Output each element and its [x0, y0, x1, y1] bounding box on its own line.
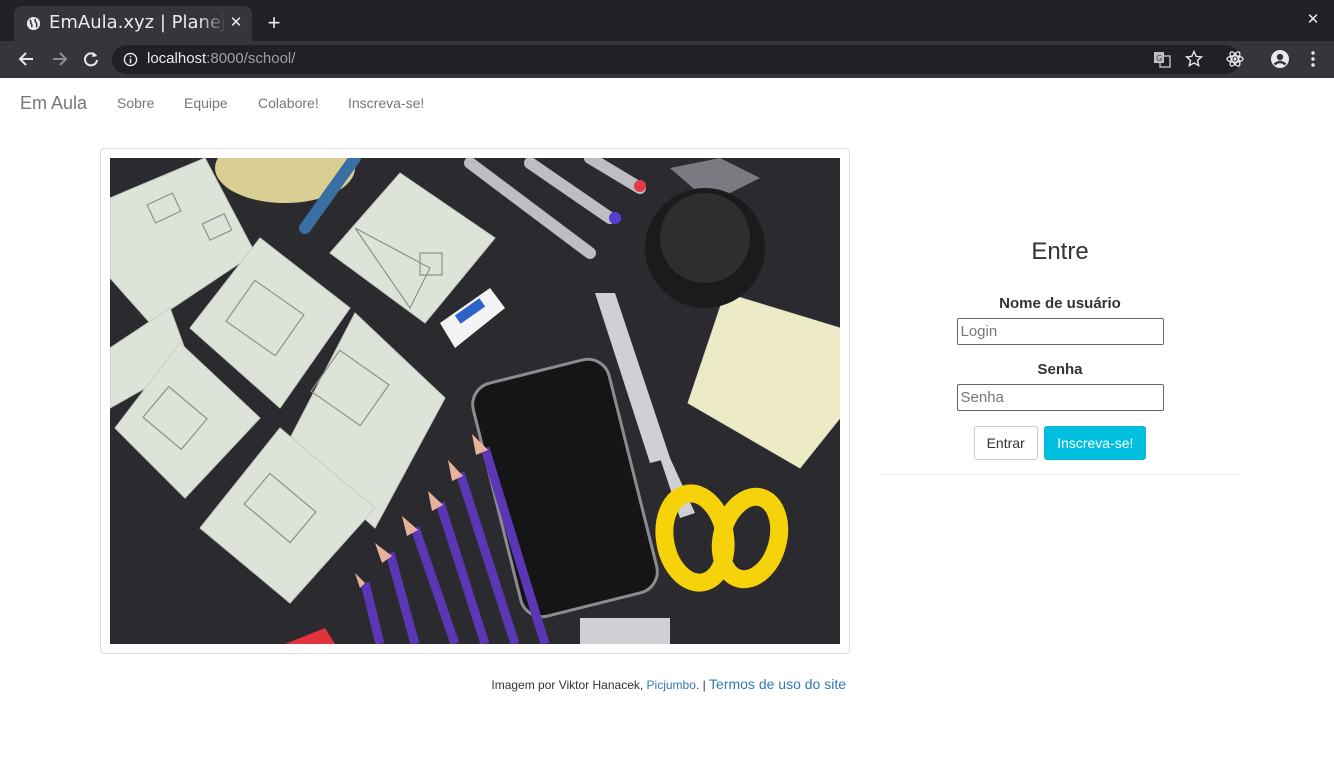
profile-icon[interactable]: [1270, 49, 1290, 69]
login-button[interactable]: Entrar: [973, 426, 1038, 460]
login-form: Entre Nome de usuário Senha Entrar Inscr…: [880, 238, 1240, 475]
desk-illustration: [110, 158, 840, 644]
address-bar[interactable]: localhost:8000/school/ G: [112, 45, 1240, 74]
new-tab-button[interactable]: +: [264, 12, 284, 34]
forward-icon[interactable]: [49, 49, 69, 69]
password-label: Senha: [1037, 361, 1083, 378]
browser-tab-strip: EmAula.xyz | Planejamento de aulas ✕ + ✕: [0, 0, 1334, 41]
navbar-brand[interactable]: Em Aula: [20, 93, 87, 114]
signup-button[interactable]: Inscreva-se!: [1044, 426, 1147, 460]
menu-dots-icon[interactable]: [1303, 49, 1323, 69]
window-close-button[interactable]: ✕: [1305, 12, 1321, 28]
reload-icon[interactable]: [81, 49, 101, 69]
tab-title: EmAula.xyz | Planejamento de aulas: [49, 12, 224, 33]
desk-photo: [110, 158, 840, 644]
nav-link-equipe[interactable]: Equipe: [184, 95, 228, 111]
tab-close-icon[interactable]: ✕: [228, 15, 244, 31]
username-input[interactable]: [956, 318, 1164, 345]
globe-icon: [26, 16, 41, 31]
login-buttons: Entrar Inscreva-se!: [880, 426, 1240, 460]
password-input[interactable]: [956, 384, 1164, 411]
username-label: Nome de usuário: [999, 295, 1121, 312]
login-title: Entre: [1031, 238, 1089, 265]
image-credit: Imagem por Viktor Hanacek, Picjumbo. | T…: [491, 676, 846, 692]
browser-tab[interactable]: EmAula.xyz | Planejamento de aulas ✕: [14, 6, 252, 41]
image-thumbnail: [100, 148, 850, 654]
picjumbo-link[interactable]: Picjumbo: [647, 678, 696, 692]
divider: [880, 474, 1240, 475]
terms-link[interactable]: Termos de uso do site: [709, 676, 846, 692]
bookmark-star-icon[interactable]: [1185, 50, 1203, 68]
page-content: Em Aula Sobre Equipe Colabore! Inscreva-…: [6, 78, 1334, 784]
url-text: localhost:8000/school/: [147, 50, 296, 67]
nav-link-colabore[interactable]: Colabore!: [258, 95, 319, 111]
info-icon[interactable]: [123, 52, 138, 67]
translate-icon[interactable]: G: [1153, 50, 1171, 68]
back-icon[interactable]: [17, 49, 37, 69]
react-devtools-icon[interactable]: [1225, 49, 1245, 69]
browser-toolbar: localhost:8000/school/ G: [0, 41, 1334, 78]
nav-link-inscreva[interactable]: Inscreva-se!: [348, 95, 424, 111]
nav-link-sobre[interactable]: Sobre: [117, 95, 154, 111]
svg-text:G: G: [1156, 54, 1162, 63]
